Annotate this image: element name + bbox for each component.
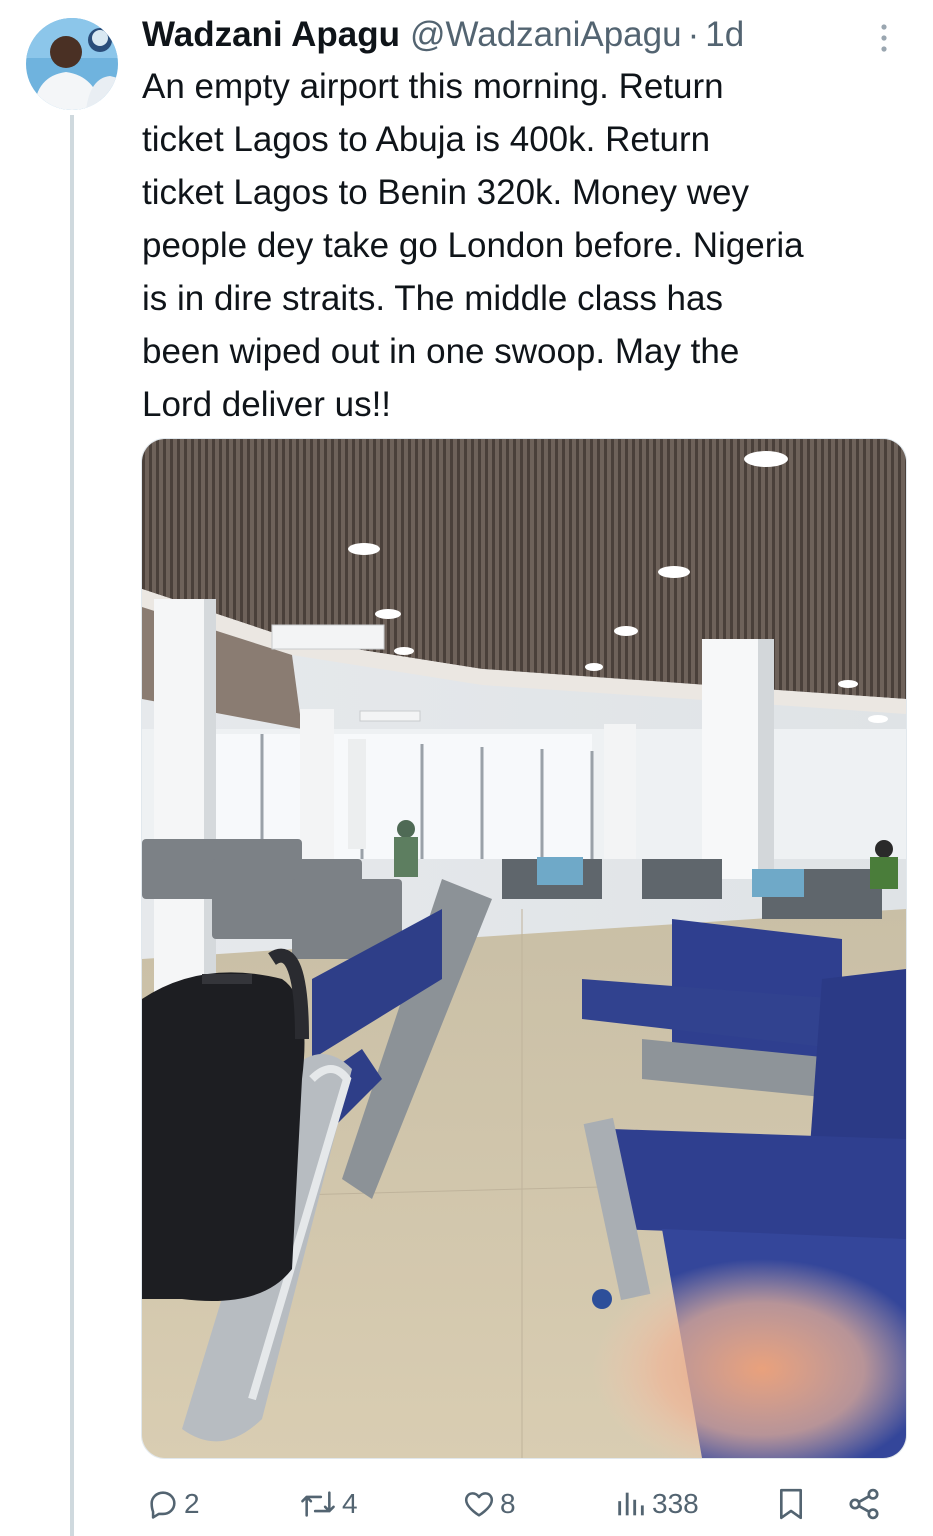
avatar[interactable]	[26, 18, 118, 110]
thread-line	[70, 115, 74, 1536]
bookmark-button[interactable]	[774, 1478, 808, 1530]
bookmark-icon	[779, 1488, 803, 1520]
views-button[interactable]: 338	[614, 1478, 699, 1530]
reply-icon	[150, 1491, 176, 1519]
like-count: 8	[500, 1488, 516, 1519]
author-name[interactable]: Wadzani Apagu	[142, 15, 400, 55]
share-button[interactable]	[846, 1478, 882, 1530]
repost-count: 4	[342, 1488, 358, 1519]
timestamp[interactable]: 1d	[705, 15, 744, 55]
tweet-text-line: people dey take go London before. Nigeri…	[142, 226, 804, 265]
tweet-text-line: An empty airport this morning. Return	[142, 67, 724, 106]
tweet-text-line: is in dire straits. The middle class has	[142, 279, 723, 318]
tweet-photo[interactable]	[141, 438, 907, 1459]
reply-button[interactable]: 2	[146, 1478, 200, 1530]
like-button[interactable]: 8	[462, 1478, 516, 1530]
tweet-text: An empty airport this morning. Return ti…	[142, 60, 917, 431]
views-icon	[618, 1492, 644, 1516]
tweet-text-line: ticket Lagos to Benin 320k. Money wey	[142, 173, 750, 212]
tweet-text-line: Lord deliver us!!	[142, 385, 392, 424]
share-icon	[849, 1488, 879, 1520]
tweet-header: Wadzani Apagu @WadzaniApagu · 1d	[142, 12, 744, 58]
repost-button[interactable]: 4	[298, 1478, 358, 1530]
more-vertical-icon[interactable]	[874, 22, 894, 56]
separator-dot: ·	[687, 15, 700, 54]
reply-count: 2	[184, 1488, 200, 1519]
views-count: 338	[652, 1488, 699, 1519]
tweet-text-line: been wiped out in one swoop. May the	[142, 332, 740, 371]
repost-icon	[301, 1491, 335, 1517]
author-handle[interactable]: @WadzaniApagu	[410, 15, 682, 55]
action-bar: 2 4 8 338	[0, 1478, 933, 1530]
heart-icon	[464, 1492, 494, 1517]
tweet-text-line: ticket Lagos to Abuja is 400k. Return	[142, 120, 711, 159]
